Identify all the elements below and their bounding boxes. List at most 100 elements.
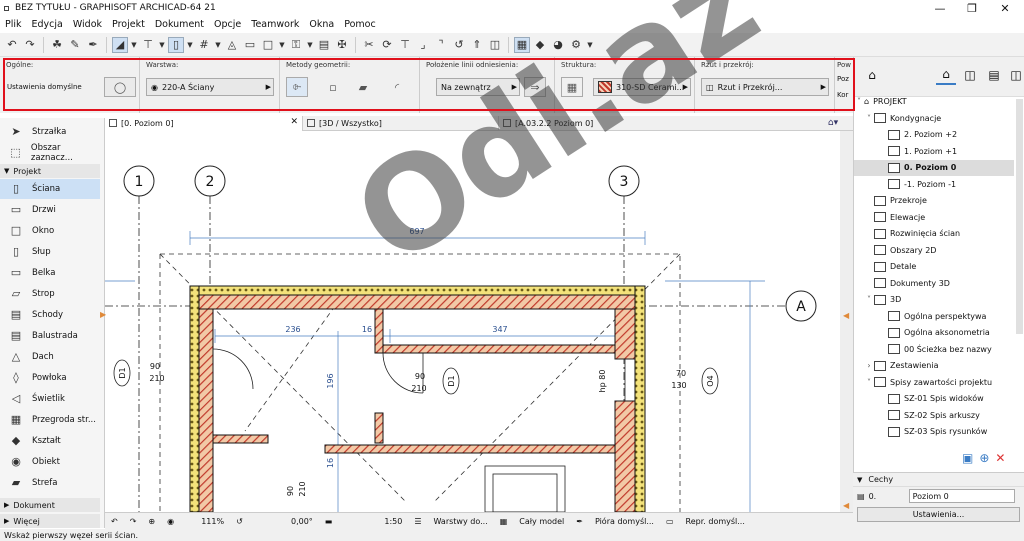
minimize-button[interactable]: —: [924, 0, 956, 16]
tree-root[interactable]: ˅ ⌂ PROJEKT: [854, 93, 1014, 109]
tool-zone[interactable]: ▰ Strefa: [0, 473, 100, 493]
menu-opcje[interactable]: Opcje: [209, 19, 246, 30]
menu-widok[interactable]: Widok: [68, 19, 107, 30]
layout-grid-icon[interactable]: ▦: [514, 36, 530, 53]
rectangle-wall-icon[interactable]: ▫: [322, 77, 344, 97]
collision-icon[interactable]: ⚙: [568, 37, 584, 53]
tool-morph[interactable]: ◆ Kształt: [0, 431, 100, 451]
close-button[interactable]: ✕: [989, 0, 1021, 16]
chevron-down-icon[interactable]: ▼: [278, 37, 286, 53]
lock-icon[interactable]: ⚿: [288, 37, 304, 53]
tool-skylight[interactable]: ◁ Świetlik: [0, 389, 100, 409]
tree-item[interactable]: -1. Poziom -1: [854, 176, 1014, 192]
mirror-icon[interactable]: ◫: [487, 37, 503, 53]
layer-select[interactable]: ◉ 220-A Ściany ▶: [146, 78, 274, 96]
change-icon[interactable]: ↺: [451, 37, 467, 53]
tool-curtain-wall[interactable]: ▦ Przegroda str...: [0, 410, 100, 430]
zoom-in-icon[interactable]: ⊕: [142, 517, 161, 526]
guide-lines-icon[interactable]: ◢: [112, 36, 128, 53]
redo-view-icon[interactable]: ↷: [124, 517, 143, 526]
tool-arrow[interactable]: ➤ Strzałka: [0, 122, 100, 142]
angle-value[interactable]: 0,00°: [249, 517, 319, 526]
tree-item[interactable]: Przekroje: [854, 193, 1014, 209]
repr-value[interactable]: Repr. domyśl...: [680, 517, 751, 526]
tool-door[interactable]: ▭ Drzwi: [0, 200, 100, 220]
tool-marquee[interactable]: ⬚ Obszar zaznacz...: [0, 143, 100, 163]
grid-snap-icon[interactable]: #: [196, 37, 212, 53]
tool-stair[interactable]: ▤ Schody: [0, 305, 100, 325]
offset-icon[interactable]: ⌝: [433, 37, 449, 53]
tree-item[interactable]: › Zestawienia: [854, 358, 1014, 374]
zoom-fit-icon[interactable]: ◉: [161, 517, 180, 526]
properties-header[interactable]: ▼ Cechy: [853, 473, 1024, 487]
rotate-icon[interactable]: ↺: [230, 517, 249, 526]
snap-guides-icon[interactable]: ⊤: [140, 37, 156, 53]
tool-shell[interactable]: ◊ Powłoka: [0, 368, 100, 388]
tool-beam[interactable]: ▭ Belka: [0, 263, 100, 283]
section-more[interactable]: ▶ Więcej: [0, 514, 100, 528]
tab-floor-plan[interactable]: [0. Poziom 0] ✕: [105, 116, 302, 131]
tool-window[interactable]: □ Okno: [0, 221, 100, 241]
publisher-icon[interactable]: ◫: [1006, 65, 1024, 85]
tree-item[interactable]: ˅ Kondygnacje: [854, 110, 1014, 126]
wall-settings-icon[interactable]: ◯: [104, 77, 136, 97]
menu-edycja[interactable]: Edycja: [27, 19, 68, 30]
tree-item[interactable]: Detale: [854, 259, 1014, 275]
chevron-down-icon[interactable]: ▼: [186, 37, 194, 53]
refline-select[interactable]: Na zewnątrz ▶: [436, 78, 520, 96]
gravity-icon[interactable]: ▯: [168, 36, 184, 53]
menu-okna[interactable]: Okna: [304, 19, 339, 30]
section-document[interactable]: ▶ Dokument: [0, 498, 100, 512]
restore-button[interactable]: ❐: [956, 0, 988, 16]
tree-item[interactable]: SZ-01 Spis widoków: [854, 391, 1014, 407]
undo-icon[interactable]: ↶: [4, 37, 20, 53]
chevron-down-icon[interactable]: ▼: [306, 37, 314, 53]
tab-3d[interactable]: [3D / Wszystko]: [302, 116, 498, 131]
menu-pomoc[interactable]: Pomoc: [339, 19, 381, 30]
tab-layout[interactable]: [A.03.2.2 Poziom 0]: [498, 116, 818, 131]
trim-icon[interactable]: ▭: [242, 37, 258, 53]
chevron-down-icon[interactable]: ▼: [214, 37, 222, 53]
pick-up-icon[interactable]: ☘: [49, 37, 65, 53]
menu-dokument[interactable]: Dokument: [150, 19, 209, 30]
chevron-down-icon[interactable]: ▼: [158, 37, 166, 53]
structure-type-icon[interactable]: ▦: [561, 77, 583, 97]
layout-book-icon[interactable]: ▤: [984, 65, 1004, 85]
elevate-icon[interactable]: ⇑: [469, 37, 485, 53]
view-map-icon[interactable]: ◫: [960, 65, 980, 85]
extra-value-1[interactable]: Poz: [837, 75, 849, 83]
structure-select[interactable]: 310-SD Cerami... ▶: [593, 78, 691, 96]
delete-icon[interactable]: ✕: [995, 451, 1005, 465]
rotated-rect-wall-icon[interactable]: ▰: [352, 77, 374, 97]
tree-item[interactable]: SZ-02 Spis arkuszy: [854, 407, 1014, 423]
settings-button[interactable]: Ustawienia...: [857, 507, 1020, 522]
split-icon[interactable]: ✂: [361, 37, 377, 53]
general-value[interactable]: Ustawienia domyślne: [7, 83, 82, 91]
popup-navigator-icon[interactable]: ⌂: [862, 65, 882, 85]
scale-value[interactable]: 1:50: [338, 517, 408, 526]
floor-plan-canvas[interactable]: 1 2 3 A 697 236 16 347 196 16 D1 90 210 …: [105, 131, 840, 512]
tool-column[interactable]: ▯ Słup: [0, 242, 100, 262]
tree-item[interactable]: 00 Ścieżka bez nazwy: [854, 341, 1014, 357]
tool-wall[interactable]: ▯ Ściana: [0, 179, 100, 199]
tool-roof[interactable]: △ Dach: [0, 347, 100, 367]
layers-value[interactable]: Warstwy do...: [428, 517, 494, 526]
tree-item[interactable]: 2. Poziom +2: [854, 127, 1014, 143]
inject-icon[interactable]: ✎: [67, 37, 83, 53]
tool-railing[interactable]: ▤ Balustrada: [0, 326, 100, 346]
flip-refline-icon[interactable]: ⇒: [524, 77, 546, 97]
chevron-down-icon[interactable]: ▼: [586, 37, 594, 53]
tree-item[interactable]: ˅ Spisy zawartości projektu: [854, 374, 1014, 390]
model-value[interactable]: Cały model: [513, 517, 570, 526]
menu-projekt[interactable]: Projekt: [107, 19, 150, 30]
fillet-icon[interactable]: ⌟: [415, 37, 431, 53]
tree-item[interactable]: Elewacje: [854, 209, 1014, 225]
floorplan-select[interactable]: ◫ Rzut i Przekrój... ▶: [701, 78, 829, 96]
tool-slab[interactable]: ▱ Strop: [0, 284, 100, 304]
project-map-icon[interactable]: ⌂: [936, 65, 956, 85]
menu-teamwork[interactable]: Teamwork: [246, 19, 304, 30]
tree-item[interactable]: Ogólna perspektywa: [854, 308, 1014, 324]
menu-plik[interactable]: Plik: [0, 19, 27, 30]
tree-item[interactable]: SZ-03 Spis rysunków: [854, 424, 1014, 440]
adjust-icon[interactable]: ⟳: [379, 37, 395, 53]
